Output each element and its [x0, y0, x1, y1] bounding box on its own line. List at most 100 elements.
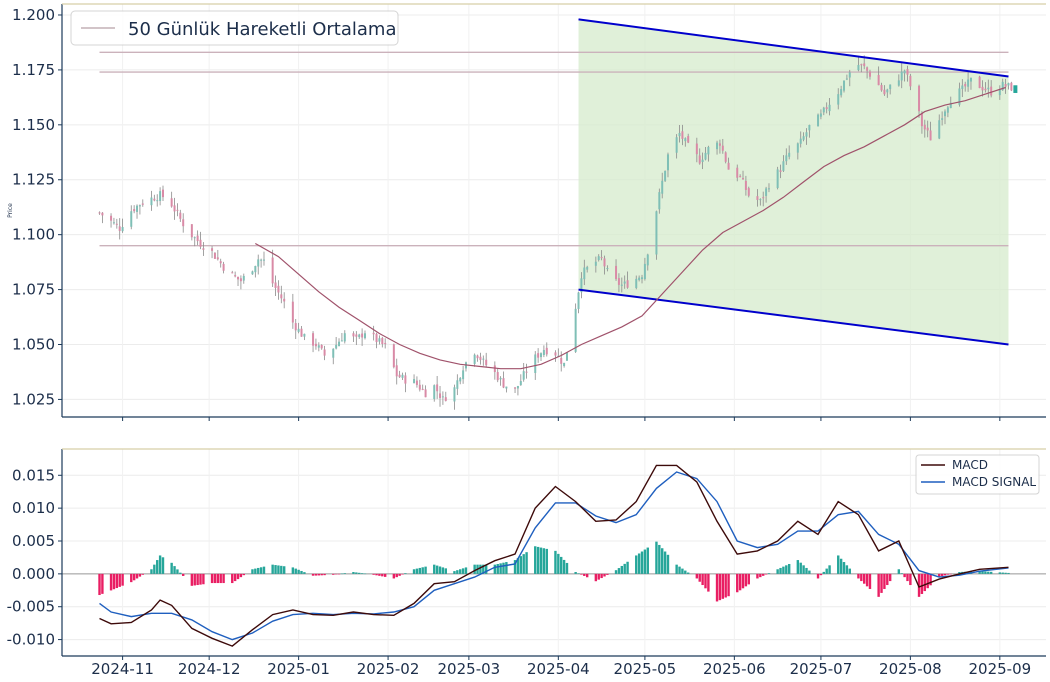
candle-body: [808, 124, 811, 131]
macd-histogram-bar: [271, 564, 274, 574]
candle-body: [724, 152, 727, 162]
candle-body: [196, 235, 199, 242]
candle-body: [978, 76, 981, 89]
candle-body: [920, 113, 923, 127]
candle-body: [704, 152, 707, 160]
macd-histogram-bar: [606, 573, 609, 575]
candle-body: [848, 72, 851, 78]
macd-histogram-bar: [242, 573, 245, 576]
candle-body: [479, 356, 482, 361]
candle-body: [141, 203, 144, 205]
macd-histogram-bar: [435, 565, 439, 574]
candle-body: [239, 278, 242, 282]
chart-svg: 1.025 1.050 1.075 1.100 1.125 1.150 1.175 1.200…: [7, 3, 1046, 678]
candle-body: [788, 152, 791, 157]
macd-histogram-bar: [493, 564, 497, 574]
macd-histogram-bar: [684, 570, 687, 574]
candle-body: [1007, 83, 1010, 86]
candle-body: [112, 222, 115, 224]
macd-y-tick-label: -0.010: [7, 631, 55, 649]
macd-histogram-bar: [179, 572, 182, 574]
candle-body: [785, 155, 788, 162]
macd-histogram-bar: [799, 562, 802, 574]
macd-histogram-bar: [663, 551, 667, 574]
macd-histogram-bar: [383, 573, 387, 577]
candle-body: [343, 333, 346, 342]
candle-body: [866, 67, 869, 71]
candle-body: [615, 265, 618, 280]
candle-body: [967, 79, 970, 87]
macd-histogram-bar: [906, 573, 909, 582]
candle-body: [280, 294, 283, 299]
candle-body: [444, 397, 447, 401]
macd-histogram-bar: [600, 573, 603, 579]
candle-body: [424, 389, 427, 398]
price-y-tick-label: 1.100: [12, 226, 55, 244]
candle-body: [880, 84, 883, 91]
macd-histogram-bar: [355, 572, 358, 574]
candle-body: [767, 188, 770, 190]
candle-body: [525, 371, 528, 373]
macd-histogram-bar: [219, 573, 222, 584]
macd-histogram-bar: [202, 573, 205, 585]
macd-histogram-bar: [115, 573, 119, 589]
candle-body: [436, 384, 439, 392]
macd-histogram-bar: [845, 565, 849, 574]
candle-body: [666, 154, 669, 171]
macd-histogram-bar: [135, 573, 139, 579]
macd-legend-label: MACD: [952, 458, 988, 472]
x-tick-label: 2025-02: [357, 660, 420, 678]
macd-histogram-bar: [190, 573, 194, 586]
macd-y-tick-label: 0.010: [12, 499, 55, 517]
macd-histogram-bar: [597, 573, 600, 580]
macd-legend: MACD MACD SIGNAL: [915, 454, 1040, 495]
macd-histogram-bar: [643, 549, 647, 574]
candle-body: [684, 138, 687, 142]
candle-body: [889, 84, 892, 90]
candle-body: [459, 378, 462, 382]
macd-histogram-bar: [233, 573, 237, 582]
macd-histogram-bar: [756, 573, 759, 579]
candle-body: [401, 374, 404, 378]
macd-histogram-bar: [236, 573, 240, 580]
macd-histogram-bar: [398, 573, 401, 576]
x-tick-label: 2025-03: [438, 660, 501, 678]
candle-body: [577, 292, 580, 309]
macd-histogram-bar: [311, 573, 315, 576]
candle-body: [926, 127, 929, 131]
macd-histogram-bar: [863, 573, 866, 584]
macd-histogram-bar: [381, 573, 384, 577]
macd-histogram-bar: [658, 544, 661, 574]
macd-histogram-bar: [828, 565, 831, 574]
macd-histogram-bar: [637, 553, 641, 574]
macd-histogram-bar: [542, 548, 546, 574]
candle-body: [900, 71, 903, 81]
x-tick-label: 2025-06: [703, 660, 766, 678]
macd-histogram-bar: [724, 573, 727, 598]
candle-body: [133, 209, 136, 212]
macd-histogram-bar: [277, 565, 280, 574]
macd-histogram-bar: [594, 573, 598, 582]
macd-histogram-bar: [534, 546, 537, 574]
candle-body: [193, 237, 196, 239]
candle-body: [877, 74, 880, 86]
candle-body: [462, 370, 465, 380]
macd-histogram-bar: [736, 573, 739, 593]
macd-histogram-bar: [865, 573, 869, 587]
candle-body: [545, 347, 548, 355]
macd-histogram-bar: [903, 573, 906, 578]
macd-histogram-bar: [661, 548, 664, 574]
candle-body: [395, 365, 398, 377]
candle-body: [502, 378, 505, 388]
candle-body: [314, 343, 317, 347]
candle-body: [845, 78, 848, 80]
macd-histogram-bar: [352, 572, 355, 574]
macd-histogram-bar: [929, 573, 932, 586]
candle-body: [840, 89, 843, 96]
candle-body: [779, 170, 782, 172]
candle-body: [620, 284, 623, 286]
macd-histogram-bar: [496, 564, 499, 574]
candle-body: [234, 275, 237, 277]
candle-body: [906, 69, 909, 75]
macd-histogram-bar: [886, 573, 889, 586]
